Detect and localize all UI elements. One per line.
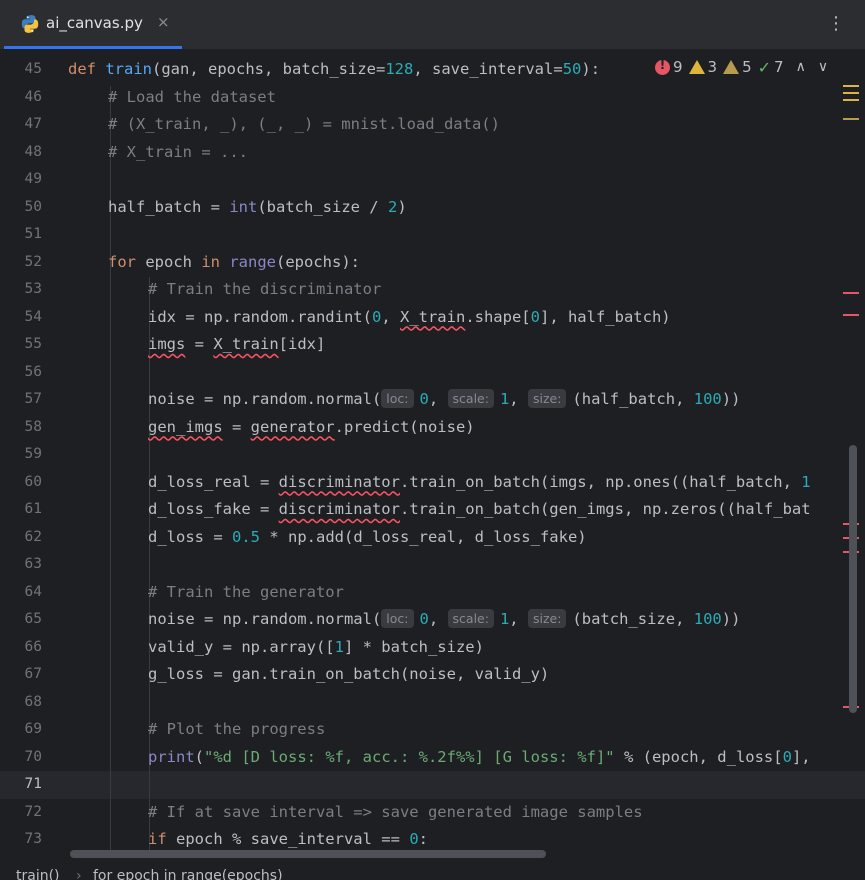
line-number: 70 bbox=[24, 748, 42, 765]
inspection-widget[interactable]: 9 3 5 ✓7 ∧ ∨ bbox=[655, 56, 829, 78]
line-number: 54 bbox=[24, 308, 42, 325]
warnings-count[interactable]: 3 bbox=[688, 58, 717, 76]
breadcrumb-for-loop[interactable]: for epoch in range(epochs) bbox=[93, 869, 283, 880]
code-line-46: # Load the dataset bbox=[108, 87, 276, 106]
error-marker[interactable] bbox=[843, 314, 859, 316]
code-editor[interactable]: 45 46 47 48 49 50 51 52 53 54 55 56 57 58 59 60 61 62 63 64… bbox=[0, 50, 865, 868]
line-number: 59 bbox=[24, 446, 42, 462]
line-number: 71 bbox=[24, 776, 42, 792]
code-line-64: # Train the generator bbox=[148, 582, 344, 601]
line-number: 68 bbox=[24, 693, 42, 710]
line-number: 69 bbox=[24, 721, 42, 737]
line-number: 65 bbox=[24, 611, 42, 627]
code-line-57: noise = np.random.normal(loc: 0, scale: 1,… bbox=[148, 389, 741, 408]
breadcrumb-train[interactable]: train() bbox=[16, 869, 60, 880]
line-number: 52 bbox=[24, 253, 42, 270]
previous-highlight-icon[interactable]: ∧ bbox=[796, 59, 806, 75]
line-number: 61 bbox=[24, 501, 42, 517]
python-icon bbox=[20, 14, 40, 34]
line-number: 64 bbox=[24, 583, 42, 600]
line-number: 63 bbox=[24, 556, 42, 572]
code-line-72: # If at save interval => save generated … bbox=[148, 802, 643, 821]
line-number: 50 bbox=[24, 198, 42, 215]
line-number: 45 bbox=[24, 61, 42, 77]
code-line-55: imgs = X_train[idx] bbox=[148, 335, 326, 353]
line-number: 67 bbox=[24, 666, 42, 682]
code-line-65: noise = np.random.normal(loc: 0, scale: 1,… bbox=[148, 609, 741, 628]
typo-check-icon: ✓ bbox=[757, 57, 772, 77]
line-number: 72 bbox=[24, 803, 42, 820]
code-line-58: gen_imgs = generator.predict(noise) bbox=[148, 417, 475, 436]
line-number: 51 bbox=[24, 226, 42, 242]
line-number: 60 bbox=[24, 473, 42, 490]
error-marker[interactable] bbox=[843, 292, 859, 294]
code-line-54: idx = np.random.randint(0, X_train.shape… bbox=[148, 307, 671, 326]
inlay-hint-scale: scale: bbox=[447, 389, 494, 408]
line-number: 55 bbox=[24, 336, 42, 352]
tab-label: ai_canvas.py bbox=[46, 14, 143, 32]
line-number: 46 bbox=[24, 88, 42, 105]
warning-marker[interactable] bbox=[843, 92, 859, 94]
inlay-hint-size: size: bbox=[527, 389, 567, 408]
code-line-66: valid_y = np.array([1] * batch_size) bbox=[148, 637, 484, 656]
code-line-45: def train(gan, epochs, batch_size=128, s… bbox=[68, 60, 601, 78]
close-icon[interactable]: × bbox=[157, 13, 170, 31]
line-number: 49 bbox=[24, 171, 42, 187]
code-line-60: d_loss_real = discriminator.train_on_bat… bbox=[148, 472, 811, 491]
more-options-icon[interactable]: ⋮ bbox=[826, 10, 846, 38]
code-line-62: d_loss = 0.5 * np.add(d_loss_real, d_los… bbox=[148, 527, 587, 546]
code-line-48: # X_train = ... bbox=[108, 142, 248, 161]
error-icon bbox=[655, 58, 670, 75]
inlay-hint-loc: loc: bbox=[381, 609, 414, 628]
code-line-67: g_loss = gan.train_on_batch(noise, valid… bbox=[148, 665, 550, 683]
line-number: 66 bbox=[24, 638, 42, 655]
line-number: 62 bbox=[24, 528, 42, 545]
errors-count[interactable]: 9 bbox=[655, 58, 683, 76]
line-number: 58 bbox=[24, 418, 42, 435]
current-line-highlight bbox=[0, 771, 865, 799]
warning-marker[interactable] bbox=[843, 85, 859, 87]
code-line-70: print("%d [D loss: %f, acc.: %.2f%%] [G … bbox=[148, 747, 820, 766]
vertical-scrollbar[interactable] bbox=[849, 445, 857, 713]
warning-icon bbox=[688, 60, 705, 74]
horizontal-scrollbar[interactable] bbox=[70, 850, 546, 858]
weak-warning-marker[interactable] bbox=[843, 118, 859, 120]
breadcrumb-separator: › bbox=[76, 868, 82, 880]
tab-ai-canvas[interactable]: ai_canvas.py × bbox=[4, 0, 182, 49]
line-number-gutter: 45 46 47 48 49 50 51 52 53 54 55 56 57 58 59 60 61 62 63 64… bbox=[0, 50, 52, 868]
code-line-61: d_loss_fake = discriminator.train_on_bat… bbox=[148, 500, 811, 518]
line-number: 56 bbox=[24, 363, 42, 380]
code-line-69: # Plot the progress bbox=[148, 720, 326, 738]
line-number: 48 bbox=[24, 143, 42, 160]
next-highlight-icon[interactable]: ∨ bbox=[818, 59, 828, 75]
inlay-hint-size: size: bbox=[527, 609, 567, 628]
line-number: 47 bbox=[24, 116, 42, 132]
line-number: 53 bbox=[24, 281, 42, 297]
typos-count[interactable]: ✓ 7 bbox=[758, 58, 784, 77]
code-line-50: half_batch = int(batch_size / 2) bbox=[108, 197, 407, 216]
inlay-hint-scale: scale: bbox=[447, 609, 494, 628]
warning-marker[interactable] bbox=[843, 99, 859, 101]
tab-bar: ai_canvas.py × ⋮ bbox=[0, 0, 865, 50]
code-line-53: # Train the discriminator bbox=[148, 280, 382, 298]
line-number: 73 bbox=[24, 831, 42, 847]
inlay-hint-loc: loc: bbox=[381, 389, 414, 408]
breadcrumb: train() › for epoch in range(epochs) bbox=[0, 868, 865, 880]
code-line-52: for epoch in range(epochs): bbox=[108, 252, 361, 271]
line-number: 57 bbox=[24, 391, 42, 407]
weak-warnings-count[interactable]: 5 bbox=[723, 58, 752, 76]
weak-warning-icon bbox=[723, 60, 740, 74]
code-line-47: # (X_train, _), (_, _) = mnist.load_data… bbox=[108, 115, 500, 133]
